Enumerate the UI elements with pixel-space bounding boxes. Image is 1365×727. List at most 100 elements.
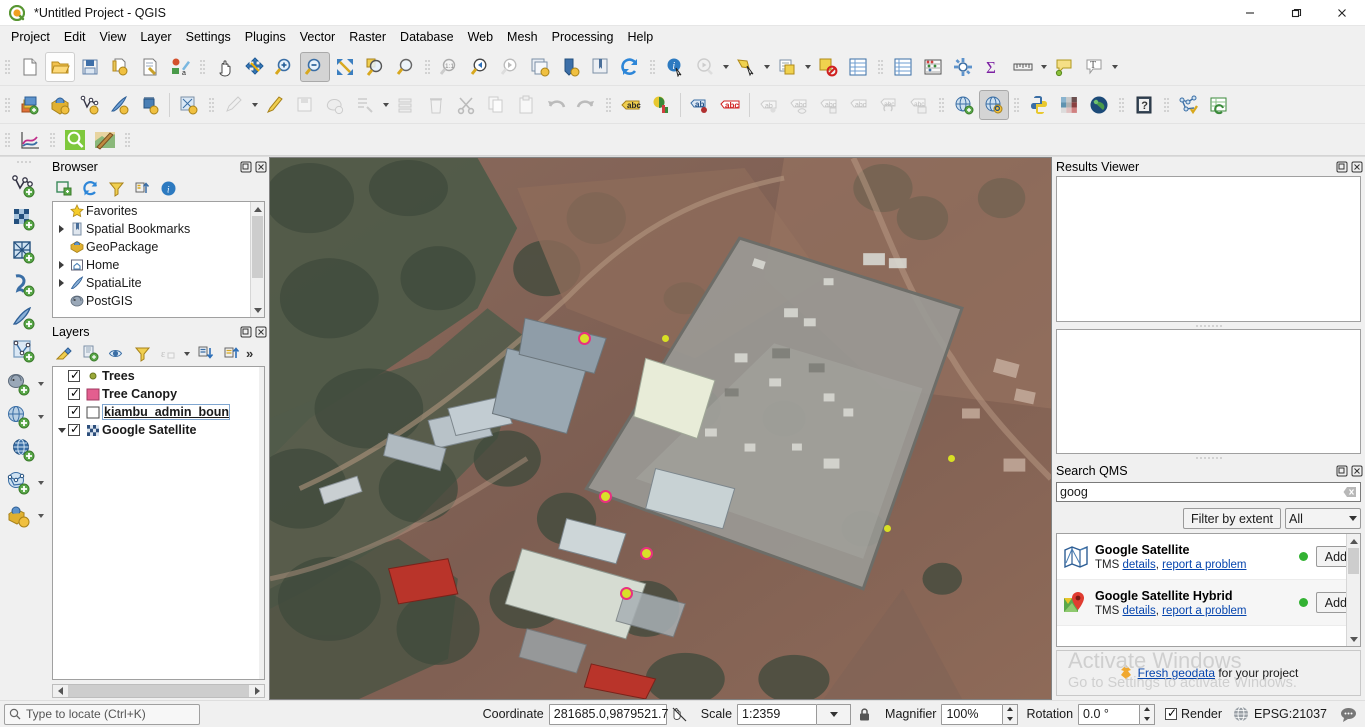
tree-marker[interactable] (884, 525, 891, 532)
new-spatialite-layer-icon[interactable] (105, 90, 135, 120)
locate-input[interactable]: Type to locate (Ctrl+K) (4, 703, 200, 725)
refresh-icon[interactable] (615, 52, 645, 82)
add-spatialite-layer-icon[interactable] (7, 301, 41, 334)
scroll-down-button[interactable] (251, 303, 264, 317)
menu-edit[interactable]: Edit (57, 27, 93, 47)
map-canvas[interactable] (269, 157, 1052, 700)
tree-marker[interactable] (578, 332, 591, 345)
add-wms-layer-icon[interactable] (2, 400, 36, 433)
qms-report-link[interactable]: report a problem (1162, 559, 1246, 571)
scale-field[interactable]: 1:2359 (737, 703, 818, 725)
refresh-icon[interactable] (77, 177, 103, 200)
new-print-layout-icon[interactable] (585, 52, 615, 82)
qms-result-row[interactable]: Google Satellite Hybrid TMS details, rep… (1057, 580, 1360, 626)
python-console-icon[interactable] (1024, 90, 1054, 120)
zoom-to-layer-icon[interactable] (390, 52, 420, 82)
new-shapefile-layer-icon[interactable] (7, 169, 41, 202)
minimize-button[interactable] (1227, 0, 1273, 26)
menu-project[interactable]: Project (4, 27, 57, 47)
add-wfs-dropdown[interactable] (36, 468, 47, 498)
expand-twisty[interactable] (55, 225, 68, 233)
new-3d-map-view-icon[interactable] (555, 52, 585, 82)
browser-item-home[interactable]: Home (53, 256, 264, 274)
expand-twisty[interactable] (55, 428, 68, 433)
rotation-stepper[interactable] (1140, 703, 1156, 725)
layer-row-trees[interactable]: Trees (53, 367, 264, 385)
menu-view[interactable]: View (92, 27, 133, 47)
zoom-last-icon[interactable] (465, 52, 495, 82)
add-layer-icon[interactable] (15, 90, 45, 120)
label-move-icon[interactable]: abc (814, 90, 844, 120)
search-qms-type-select[interactable]: All (1285, 508, 1361, 529)
new-text-annotation-icon[interactable]: T (1079, 52, 1109, 82)
qms-locate-icon[interactable] (60, 125, 90, 155)
add-polygon-feature-icon[interactable] (320, 90, 350, 120)
modify-attributes-dropdown[interactable] (380, 90, 391, 120)
labeling-icon[interactable]: abc (616, 90, 646, 120)
zoom-to-selection-icon[interactable] (360, 52, 390, 82)
crs-globe-icon[interactable] (1228, 706, 1254, 722)
maximize-button[interactable] (1273, 0, 1319, 26)
tree-marker[interactable] (662, 335, 669, 342)
project-properties-icon[interactable] (135, 52, 165, 82)
open-project-icon[interactable] (45, 51, 75, 82)
layer-row-google-satellite[interactable]: Google Satellite (53, 421, 264, 439)
toolbar-grip[interactable] (198, 56, 207, 78)
scroll-up-button[interactable] (251, 202, 264, 216)
zoom-full-icon[interactable] (330, 52, 360, 82)
scroll-down-button[interactable] (1347, 632, 1360, 646)
add-arcgis-dropdown[interactable] (36, 501, 47, 531)
add-postgis-dropdown[interactable] (36, 369, 47, 399)
stepper-down[interactable] (1140, 714, 1154, 724)
menu-web[interactable]: Web (461, 27, 500, 47)
measure-dropdown[interactable] (1038, 52, 1049, 82)
run-feature-action-icon[interactable] (690, 52, 720, 82)
close-panel-icon[interactable] (1350, 464, 1363, 477)
current-edits-icon[interactable] (219, 90, 249, 120)
menu-mesh[interactable]: Mesh (500, 27, 545, 47)
plot-icon[interactable] (15, 125, 45, 155)
toolbar-grip[interactable] (937, 94, 946, 116)
select-by-value-icon[interactable] (772, 52, 802, 82)
panel-splitter[interactable] (1052, 454, 1365, 461)
layers-toolbar-overflow[interactable]: » (246, 346, 253, 361)
scroll-thumb[interactable] (252, 216, 263, 278)
qms-results-scrollbar[interactable] (1346, 534, 1360, 646)
lock-scale-icon[interactable] (851, 707, 877, 722)
add-selected-layers-icon[interactable] (51, 177, 77, 200)
add-raster-layer-icon[interactable] (7, 202, 41, 235)
select-features-icon[interactable] (731, 52, 761, 82)
new-vector-layer-icon[interactable] (75, 90, 105, 120)
float-panel-icon[interactable] (239, 325, 252, 338)
qms-details-link[interactable]: details (1122, 559, 1155, 571)
layer-visibility-checkbox[interactable] (68, 386, 80, 400)
layer-visibility-checkbox[interactable] (68, 404, 80, 418)
undo-icon[interactable] (541, 90, 571, 120)
layer-visibility-checkbox[interactable] (68, 368, 80, 382)
add-postgis-layer-icon[interactable] (2, 367, 36, 400)
browser-item-geopackage[interactable]: GeoPackage (53, 238, 264, 256)
map-imagery[interactable] (270, 158, 1051, 699)
coordinate-field[interactable]: 281685.0,9879521.7 (548, 703, 668, 725)
cut-features-icon[interactable] (451, 90, 481, 120)
stepper-up[interactable] (1003, 705, 1017, 715)
zoom-out-icon[interactable] (300, 51, 330, 82)
tree-marker[interactable] (620, 587, 633, 600)
add-arcgis-layer-icon[interactable] (2, 499, 36, 532)
panel-splitter[interactable] (1052, 322, 1365, 329)
toolbar-grip[interactable] (648, 56, 657, 78)
label-rotate-icon[interactable]: abc (844, 90, 874, 120)
browser-item-spatial-bookmarks[interactable]: Spatial Bookmarks (53, 220, 264, 238)
collapse-all-icon[interactable] (129, 177, 155, 200)
layer-row-kiambu-admin-boundaries[interactable]: kiambu_admin_boundaries (53, 403, 264, 421)
add-wfs-layer-icon[interactable] (2, 466, 36, 499)
layers-tree[interactable]: Trees Tree Canopy (52, 366, 265, 680)
toolbar-grip[interactable] (876, 56, 885, 78)
tree-marker[interactable] (948, 455, 955, 462)
toolbar-grip[interactable] (3, 56, 12, 78)
plugin-grid-icon[interactable] (1054, 90, 1084, 120)
add-wms-dropdown[interactable] (36, 402, 47, 432)
measure-line-icon[interactable] (1008, 52, 1038, 82)
open-attribute-table-icon[interactable] (843, 52, 873, 82)
toolbar-grip[interactable] (1162, 94, 1171, 116)
